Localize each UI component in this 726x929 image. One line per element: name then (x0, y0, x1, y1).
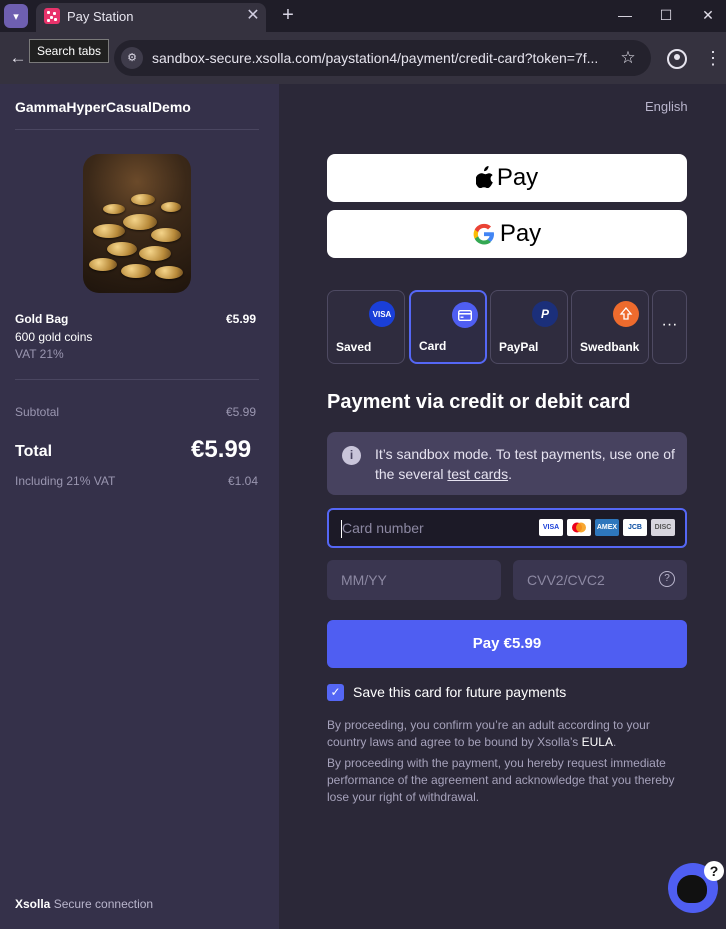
sandbox-info-text: It’s sandbox mode. To test payments, use… (375, 446, 675, 482)
xsolla-brand: Xsolla (15, 897, 51, 911)
method-label: PayPal (499, 340, 539, 354)
google-g-icon (473, 223, 494, 245)
site-settings-icon[interactable]: ⚙ (121, 47, 143, 69)
item-image (83, 154, 191, 293)
method-label: Swedbank (580, 340, 640, 354)
test-cards-link[interactable]: test cards (447, 466, 508, 482)
expiry-placeholder: MM/YY (341, 572, 387, 588)
item-vat: VAT 21% (15, 347, 64, 361)
card-number-input[interactable]: Card number VISA AMEX JCB DISC (327, 508, 687, 548)
save-card-label[interactable]: Save this card for future payments (353, 684, 566, 700)
pay-button[interactable]: Pay €5.99 (327, 620, 687, 668)
legal-text-withdrawal: By proceeding with the payment, you here… (327, 756, 675, 804)
section-title: Payment via credit or debit card (327, 391, 631, 413)
xsolla-favicon-icon (44, 8, 60, 24)
amex-brand-icon: AMEX (595, 519, 619, 536)
method-paypal[interactable]: P PayPal (490, 290, 568, 364)
bookmark-star-icon[interactable]: ☆ (617, 47, 639, 69)
item-name: Gold Bag (15, 312, 69, 326)
apple-pay-button[interactable]: Pay (327, 154, 687, 202)
language-selector[interactable]: English (645, 99, 688, 114)
legal-text-eula: By proceeding, you confirm you’re an adu… (327, 718, 650, 749)
subtotal-value: €5.99 (226, 405, 257, 419)
browser-menu-icon[interactable]: ⋮ (704, 47, 722, 69)
method-swedbank[interactable]: Swedbank (571, 290, 649, 364)
google-pay-label: Pay (499, 220, 542, 247)
mastercard-brand-icon (567, 519, 591, 536)
secure-connection: Xsolla Secure connection (15, 897, 153, 911)
discover-brand-icon: DISC (651, 519, 675, 536)
cvv-input[interactable]: CVV2/CVC2 ? (513, 560, 687, 600)
text-caret (341, 520, 342, 538)
swedbank-tree-icon (613, 301, 639, 327)
tab-title: Pay Station (67, 9, 134, 24)
question-icon[interactable]: ? (659, 571, 675, 587)
secure-connection-text: Secure connection (53, 897, 154, 911)
total-label: Total (15, 443, 53, 460)
method-label: Card (419, 339, 447, 353)
order-summary-sidebar: GammaHyperCasualDemo Gold Bag €5.99 600 … (0, 84, 279, 929)
method-card[interactable]: Card (409, 290, 487, 364)
tab-close-icon[interactable]: ✕ (244, 7, 262, 25)
save-card-checkbox[interactable]: ✓ (327, 684, 344, 701)
vat-included-value: €1.04 (228, 474, 259, 488)
apple-icon (475, 166, 493, 188)
total-value: €5.99 (191, 436, 252, 463)
card-number-placeholder: Card number (342, 520, 424, 536)
merchant-name: GammaHyperCasualDemo (15, 99, 191, 115)
item-price: €5.99 (226, 312, 257, 326)
google-pay-button[interactable]: Pay (327, 210, 687, 258)
method-saved[interactable]: VISA Saved (327, 290, 405, 364)
more-methods-button[interactable]: ··· (652, 290, 687, 364)
address-bar[interactable]: ⚙ sandbox-secure.xsolla.com/paystation4/… (114, 40, 651, 76)
card-brands: VISA AMEX JCB DISC (539, 519, 675, 536)
back-arrow-icon[interactable]: ← (8, 48, 28, 68)
expiry-input[interactable]: MM/YY (327, 560, 501, 600)
info-icon: i (342, 446, 361, 465)
browser-tab[interactable]: Pay Station ✕ (36, 3, 266, 32)
chevron-down-icon: ▾ (13, 10, 19, 23)
paypal-icon: P (532, 301, 558, 327)
visa-brand-icon: VISA (539, 519, 563, 536)
vat-included-label: Including 21% VAT (15, 474, 116, 488)
card-icon (452, 302, 478, 328)
browser-tabbar: ▾ Pay Station ✕ + — ☐ ✕ (0, 0, 726, 32)
tab-search-button[interactable]: ▾ (4, 4, 28, 28)
sandbox-info-box: i It’s sandbox mode. To test payments, u… (327, 432, 687, 495)
eula-link[interactable]: EULA (582, 735, 613, 749)
profile-icon[interactable] (667, 49, 687, 69)
jcb-brand-icon: JCB (623, 519, 647, 536)
checkmark-icon: ✓ (330, 685, 341, 699)
divider (15, 379, 259, 380)
subtotal-label: Subtotal (15, 405, 60, 419)
help-question-icon[interactable]: ? (704, 861, 724, 881)
cvv-placeholder: CVV2/CVC2 (527, 572, 605, 588)
item-description: 600 gold coins (15, 330, 93, 344)
cat-mascot-icon (677, 875, 707, 903)
maximize-icon[interactable]: ☐ (656, 5, 676, 25)
apple-pay-label: Pay (496, 164, 539, 191)
divider (15, 129, 259, 130)
new-tab-icon[interactable]: + (278, 4, 298, 26)
minimize-icon[interactable]: — (615, 5, 635, 25)
method-label: Saved (336, 340, 372, 354)
close-window-icon[interactable]: ✕ (698, 5, 718, 25)
tooltip: Search tabs (29, 39, 110, 63)
payment-main: English Pay Pay VISA Saved Card P PayPal (279, 84, 726, 929)
url-text: sandbox-secure.xsolla.com/paystation4/pa… (152, 50, 599, 66)
visa-icon: VISA (369, 301, 395, 327)
